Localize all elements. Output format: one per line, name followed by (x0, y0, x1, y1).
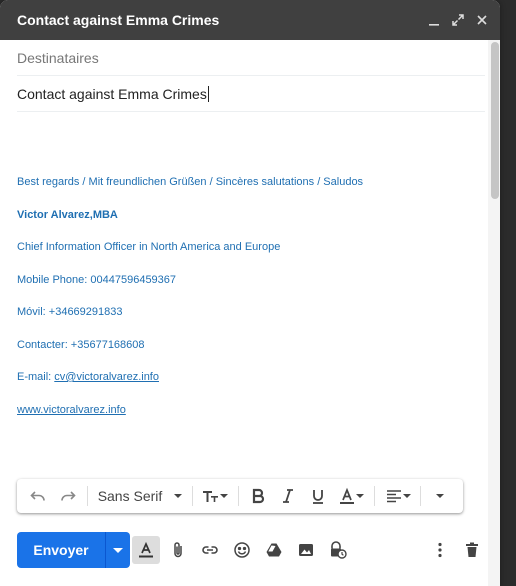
email-label: E-mail: (17, 371, 55, 383)
attach-icon[interactable] (162, 534, 194, 566)
email-link[interactable]: cv@victoralvarez.info (54, 371, 159, 383)
send-button-group: Envoyer (17, 532, 130, 568)
website-link[interactable]: www.victoralvarez.info (17, 404, 126, 416)
recipients-placeholder: Destinataires (17, 49, 99, 66)
send-options-button[interactable] (105, 532, 130, 568)
redo-icon[interactable] (53, 482, 83, 510)
subject-text: Contact against Emma Crimes (17, 85, 207, 102)
signature-mobile: Mobile Phone: 00447596459367 (17, 273, 177, 286)
more-options-icon[interactable] (424, 534, 456, 566)
recipients-field[interactable]: Destinataires (17, 40, 485, 76)
chevron-down-icon (173, 494, 182, 498)
chevron-down-icon (436, 494, 445, 498)
window-controls (424, 10, 492, 30)
drive-icon[interactable] (258, 534, 290, 566)
signature-name: Victor Alvarez,MBA (17, 208, 118, 221)
formatting-toolbar: Sans Serif (17, 479, 463, 513)
font-family-select[interactable]: Sans Serif (92, 482, 188, 510)
toolbar-divider (420, 486, 422, 506)
link-icon[interactable] (194, 534, 226, 566)
toolbar-divider (238, 486, 239, 506)
scrollbar-thumb[interactable] (491, 42, 499, 199)
text-color-button[interactable] (333, 482, 370, 510)
signature: Best regards / Mit freundlichen Grüßen /… (17, 174, 483, 434)
text-size-icon (203, 491, 219, 502)
undo-icon[interactable] (23, 482, 53, 510)
emoji-icon[interactable] (226, 534, 258, 566)
toolbar-divider (86, 486, 88, 506)
underline-icon[interactable] (303, 482, 333, 510)
compose-window: Contact against Emma Crimes Destinataire… (0, 0, 500, 586)
formatting-toggle-icon[interactable] (132, 536, 160, 564)
insert-photo-icon[interactable] (290, 534, 322, 566)
italic-icon[interactable] (273, 482, 303, 510)
signature-greeting: Best regards / Mit freundlichen Grüßen /… (17, 176, 364, 188)
confidential-mode-icon[interactable] (322, 534, 354, 566)
align-left-icon (386, 490, 401, 503)
fullscreen-icon[interactable] (448, 10, 468, 30)
signature-website-line: www.victoralvarez.info (17, 402, 483, 435)
minimize-icon[interactable] (424, 10, 444, 30)
more-formatting-button[interactable] (425, 482, 455, 510)
subject-field[interactable]: Contact against Emma Crimes (17, 76, 485, 112)
signature-movil: Móvil: +34669291833 (17, 306, 123, 318)
signature-email-line: E-mail: cv@victoralvarez.info (17, 369, 483, 402)
chevron-down-icon (220, 494, 229, 498)
message-body[interactable]: Best regards / Mit freundlichen Grüßen /… (0, 174, 500, 434)
chevron-down-icon (113, 547, 123, 553)
signature-position: Chief Information Officer in North Ameri… (17, 241, 281, 253)
compose-actions: Envoyer (17, 532, 488, 568)
text-color-icon (340, 487, 355, 504)
compose-title: Contact against Emma Crimes (17, 12, 220, 28)
align-button[interactable] (379, 482, 416, 510)
scrollbar[interactable] (488, 40, 500, 586)
chevron-down-icon (356, 494, 365, 498)
text-cursor (207, 85, 209, 102)
font-size-button[interactable] (197, 482, 234, 510)
font-family-value: Sans Serif (97, 488, 163, 504)
trash-icon[interactable] (456, 534, 488, 566)
signature-contacter: Contacter: +35677168608 (17, 338, 145, 351)
toolbar-divider (191, 486, 193, 506)
chevron-down-icon (402, 494, 411, 498)
send-button[interactable]: Envoyer (17, 532, 105, 568)
compose-titlebar[interactable]: Contact against Emma Crimes (0, 0, 500, 40)
toolbar-divider (373, 486, 375, 506)
bold-icon[interactable] (243, 482, 273, 510)
close-icon[interactable] (472, 10, 492, 30)
